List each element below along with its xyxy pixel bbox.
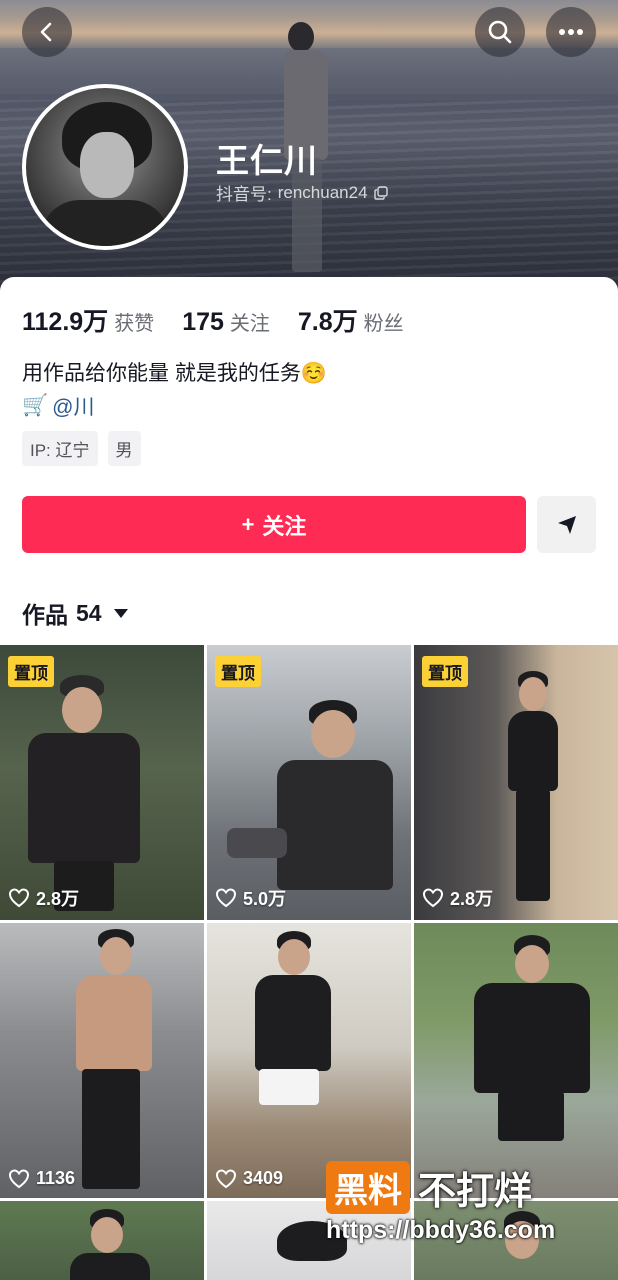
avatar[interactable] xyxy=(22,84,188,250)
pinned-badge: 置顶 xyxy=(8,656,54,687)
copy-icon[interactable] xyxy=(373,185,388,200)
stat-following-label: 关注 xyxy=(229,313,270,335)
likes-count: 2.8万 xyxy=(422,885,493,911)
back-icon xyxy=(40,22,52,42)
stat-followers-label: 粉丝 xyxy=(363,313,404,335)
shopping-cart-icon: 🛒 xyxy=(22,394,49,417)
profile-bio: 用作品给你能量 就是我的任务☺️ xyxy=(22,362,327,385)
likes-value: 2.8万 xyxy=(450,889,494,909)
shop-link-text: @川 xyxy=(52,396,95,419)
pinned-badge: 置顶 xyxy=(422,656,468,687)
video-tile[interactable] xyxy=(414,923,618,1198)
follow-label: 关注 xyxy=(262,513,307,539)
shop-link[interactable]: 🛒 @川 xyxy=(22,391,94,421)
likes-count: 3409 xyxy=(215,1168,283,1189)
watermark-brand-box: 黑料 xyxy=(326,1161,410,1214)
heart-icon xyxy=(215,888,237,908)
watermark-url: https://bbdy36.com xyxy=(326,1216,556,1244)
more-icon xyxy=(559,29,583,35)
heart-icon xyxy=(422,888,444,908)
video-tile[interactable]: 置顶 2.8万 xyxy=(414,645,618,920)
video-tile[interactable]: 1136 xyxy=(0,923,204,1198)
send-icon xyxy=(557,515,576,534)
heart-icon xyxy=(215,1168,237,1188)
pinned-badge: 置顶 xyxy=(215,656,261,687)
tag-gender: 男 xyxy=(107,431,141,466)
works-tab[interactable]: 作品 54 xyxy=(22,596,128,630)
stat-following-value: 175 xyxy=(182,308,224,336)
video-tile[interactable]: 3409 xyxy=(207,923,411,1198)
stat-following[interactable]: 175 关注 xyxy=(182,307,270,337)
likes-count: 1136 xyxy=(8,1168,75,1189)
watermark-brand-text: 不打烊 xyxy=(418,1171,533,1213)
douyin-id-value: renchuan24 xyxy=(277,182,368,202)
works-label: 作品 xyxy=(22,602,68,628)
douyin-id-row[interactable]: 抖音号: renchuan24 xyxy=(216,180,388,205)
likes-count: 5.0万 xyxy=(215,885,286,911)
works-count: 54 xyxy=(76,599,102,626)
stat-followers-value: 7.8万 xyxy=(297,308,358,336)
video-tile[interactable]: 置顶 2.8万 xyxy=(0,645,204,920)
likes-value: 2.8万 xyxy=(36,889,80,909)
heart-icon xyxy=(8,1168,30,1188)
plus-icon: + xyxy=(241,511,255,537)
search-icon xyxy=(488,20,512,44)
stats-row: 112.9万 获赞 175 关注 7.8万 粉丝 xyxy=(22,302,404,338)
send-message-button[interactable] xyxy=(537,496,596,553)
stat-likes-label: 获赞 xyxy=(114,313,155,335)
stat-likes[interactable]: 112.9万 获赞 xyxy=(22,302,154,338)
follow-button[interactable]: + 关注 xyxy=(22,496,526,553)
back-button[interactable] xyxy=(22,7,72,57)
video-tile[interactable] xyxy=(0,1201,204,1280)
likes-value: 5.0万 xyxy=(243,889,287,909)
search-button[interactable] xyxy=(475,7,525,57)
profile-name: 王仁川 xyxy=(216,142,318,179)
stat-followers[interactable]: 7.8万 粉丝 xyxy=(298,302,404,338)
more-button[interactable] xyxy=(546,7,596,57)
stat-likes-value: 112.9万 xyxy=(22,308,109,336)
video-tile[interactable]: 置顶 5.0万 xyxy=(207,645,411,920)
likes-count: 2.8万 xyxy=(8,885,79,911)
tag-ip: IP: 辽宁 xyxy=(22,431,98,466)
watermark: 黑料 不打烊 xyxy=(326,1160,532,1215)
douyin-id-label: 抖音号: xyxy=(216,185,272,204)
likes-value: 3409 xyxy=(243,1168,284,1188)
likes-value: 1136 xyxy=(36,1168,76,1188)
caret-down-icon xyxy=(113,608,128,618)
heart-icon xyxy=(8,888,30,908)
profile-tags: IP: 辽宁 男 xyxy=(22,431,141,466)
